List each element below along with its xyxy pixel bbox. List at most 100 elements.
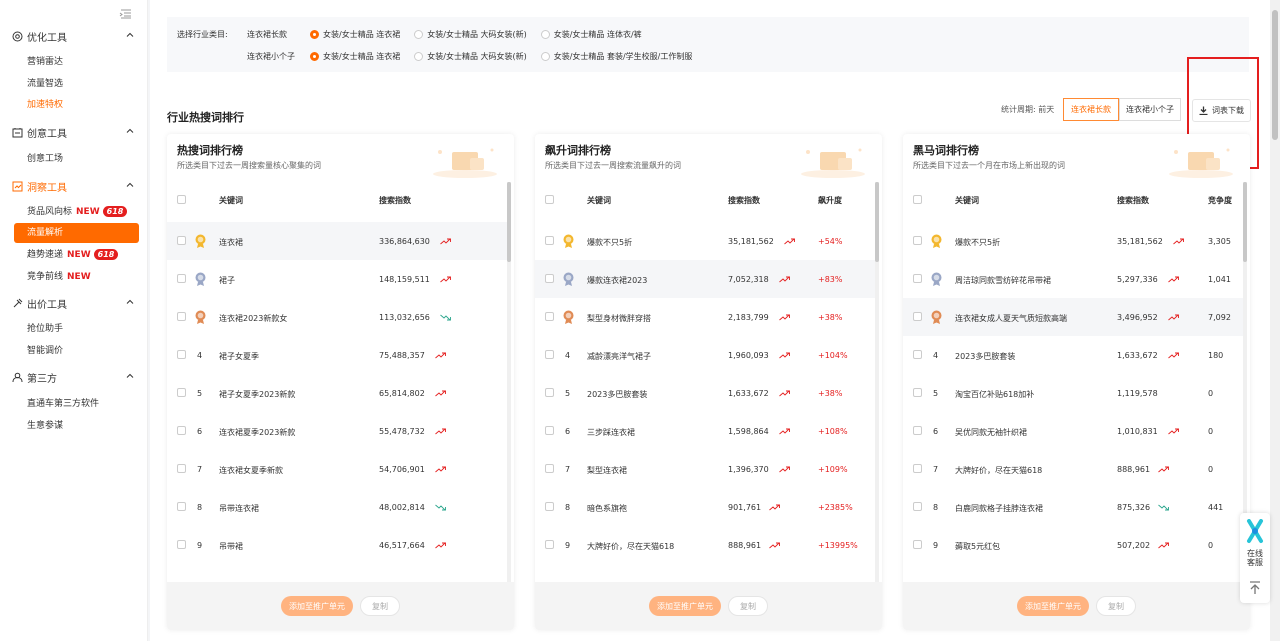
copy-button[interactable]: 复制	[360, 596, 400, 616]
radio-option[interactable]: 女装/女士精品 套装/学生校服/工作制服	[540, 51, 692, 62]
table-row[interactable]: 4 裙子女夏季 75,488,357	[167, 336, 507, 374]
table-row[interactable]: 8 白鹿同款格子挂脖连衣裙 875,326 441	[903, 488, 1243, 526]
row-checkbox[interactable]	[913, 350, 922, 359]
table-row[interactable]: 8 暗色系旗袍 901,761 +2385%	[535, 488, 875, 526]
row-checkbox[interactable]	[913, 312, 922, 321]
table-row[interactable]: 裙子 148,159,511	[167, 260, 507, 298]
nav-group-insight[interactable]: 洞察工具	[12, 178, 136, 194]
row-checkbox[interactable]	[177, 426, 186, 435]
radio-option[interactable]: 女装/女士精品 连体衣/裤	[540, 29, 642, 40]
row-checkbox[interactable]	[913, 236, 922, 245]
row-checkbox[interactable]	[545, 464, 554, 473]
row-checkbox[interactable]	[545, 426, 554, 435]
nav-item-product-trend[interactable]: 货品风向标 NEW 618	[27, 205, 128, 219]
row-checkbox[interactable]	[177, 464, 186, 473]
nav-group-bidding[interactable]: 出价工具	[12, 295, 136, 311]
back-to-top-icon[interactable]	[1247, 580, 1263, 596]
row-checkbox[interactable]	[913, 502, 922, 511]
nav-item-position-helper[interactable]: 抢位助手	[27, 322, 63, 336]
collapse-menu-icon[interactable]	[119, 9, 131, 19]
copy-button[interactable]: 复制	[1096, 596, 1136, 616]
nav-item-marketing-radar[interactable]: 营销雷达	[27, 55, 63, 69]
row-checkbox[interactable]	[545, 502, 554, 511]
select-all-checkbox[interactable]	[913, 195, 922, 204]
table-row[interactable]: 连衣裙女成人夏天气质短款高端 3,496,952 7,092	[903, 298, 1243, 336]
table-row[interactable]: 9 吊带裙 46,517,664	[167, 526, 507, 564]
nav-item-third-party-software[interactable]: 直通车第三方软件	[27, 397, 99, 411]
panel-scrollbar[interactable]	[507, 182, 511, 582]
row-checkbox[interactable]	[177, 274, 186, 283]
table-row[interactable]: 6 吴优同款无袖针织裙 1,010,831 0	[903, 412, 1243, 450]
table-row[interactable]: 爆款不只5折 35,181,562 3,305	[903, 222, 1243, 260]
add-to-unit-button[interactable]: 添加至推广单元	[1017, 596, 1089, 616]
table-row[interactable]: 9 大牌好价，尽在天猫618 888,961 +13995%	[535, 526, 875, 564]
table-row[interactable]: 4 减龄漂亮洋气裙子 1,960,093 +104%	[535, 336, 875, 374]
radio-option[interactable]: 女装/女士精品 大码女装(新)	[414, 51, 527, 62]
row-checkbox[interactable]	[545, 388, 554, 397]
nav-item-traffic-analysis[interactable]: 流量解析	[14, 223, 139, 243]
row-checkbox[interactable]	[545, 350, 554, 359]
add-to-unit-button[interactable]: 添加至推广单元	[649, 596, 721, 616]
online-service-widget[interactable]: 在线 客服	[1240, 513, 1270, 603]
select-all-checkbox[interactable]	[177, 195, 186, 204]
table-row[interactable]: 5 裙子女夏季2023新款 65,814,802	[167, 374, 507, 412]
add-to-unit-button[interactable]: 添加至推广单元	[281, 596, 353, 616]
table-row[interactable]: 5 2023多巴胺套装 1,633,672 +38%	[535, 374, 875, 412]
table-row[interactable]: 7 连衣裙女夏季新款 54,706,901	[167, 450, 507, 488]
table-row[interactable]: 7 大牌好价，尽在天猫618 888,961 0	[903, 450, 1243, 488]
row-checkbox[interactable]	[913, 388, 922, 397]
column-header: 飙升度	[818, 196, 842, 205]
row-checkbox[interactable]	[545, 540, 554, 549]
panel-decoration-icon	[801, 148, 865, 178]
nav-group-creative[interactable]: 创意工具	[12, 124, 136, 140]
row-checkbox[interactable]	[177, 388, 186, 397]
nav-item-trend-express[interactable]: 趋势速递 NEW 618	[27, 248, 119, 262]
competition-cell: 180	[1208, 351, 1224, 360]
table-row[interactable]: 9 薅取5元红包 507,202 0	[903, 526, 1243, 564]
segment-long-dress[interactable]: 连衣裙长款	[1063, 98, 1119, 121]
row-checkbox[interactable]	[913, 274, 922, 283]
copy-button[interactable]: 复制	[728, 596, 768, 616]
radio-option[interactable]: 女装/女士精品 大码女装(新)	[414, 29, 527, 40]
table-row[interactable]: 6 连衣裙夏季2023新款 55,478,732	[167, 412, 507, 450]
nav-item-creative-factory[interactable]: 创意工场	[27, 152, 63, 166]
row-checkbox[interactable]	[913, 426, 922, 435]
table-row[interactable]: 周洁琼同款雪纺碎花吊带裙 5,297,336 1,041	[903, 260, 1243, 298]
page-scrollbar[interactable]	[1270, 0, 1280, 641]
row-checkbox[interactable]	[545, 236, 554, 245]
table-row[interactable]: 爆款不只5折 35,181,562 +54%	[535, 222, 875, 260]
row-checkbox[interactable]	[545, 312, 554, 321]
nav-item-smart-bid[interactable]: 智能调价	[27, 344, 63, 358]
row-checkbox[interactable]	[545, 274, 554, 283]
nav-item-competition-front[interactable]: 竞争前线 NEW	[27, 270, 91, 284]
row-checkbox[interactable]	[177, 350, 186, 359]
nav-item-traffic-select[interactable]: 流量智选	[27, 77, 63, 91]
table-row[interactable]: 连衣裙 336,864,630	[167, 222, 507, 260]
panel-scrollbar[interactable]	[875, 182, 879, 582]
nav-item-acceleration[interactable]: 加速特权	[27, 98, 63, 112]
row-checkbox[interactable]	[913, 464, 922, 473]
table-row[interactable]: 连衣裙2023新款女 113,032,656	[167, 298, 507, 336]
table-row[interactable]: 8 吊带连衣裙 48,002,814	[167, 488, 507, 526]
row-checkbox[interactable]	[913, 540, 922, 549]
search-index-cell: 46,517,664	[379, 541, 425, 550]
table-row[interactable]: 5 淘宝百亿补贴618加补 1,119,578 0	[903, 374, 1243, 412]
table-row[interactable]: 6 三步踩连衣裙 1,598,864 +108%	[535, 412, 875, 450]
nav-item-business-advisor[interactable]: 生意参谋	[27, 419, 63, 433]
table-row[interactable]: 梨型身材微胖穿搭 2,183,799 +38%	[535, 298, 875, 336]
segment-petite-dress[interactable]: 连衣裙小个子	[1119, 98, 1181, 121]
row-checkbox[interactable]	[177, 502, 186, 511]
column-header: 关键词	[219, 196, 243, 205]
nav-group-optimize[interactable]: 优化工具	[12, 28, 136, 44]
radio-option[interactable]: 女装/女士精品 连衣裙	[310, 29, 400, 40]
main-content: 选择行业类目: 连衣裙长款 女装/女士精品 连衣裙 女装/女士精品 大码女装(新…	[150, 0, 1280, 641]
select-all-checkbox[interactable]	[545, 195, 554, 204]
row-checkbox[interactable]	[177, 540, 186, 549]
row-checkbox[interactable]	[177, 312, 186, 321]
nav-group-third-party[interactable]: 第三方	[12, 369, 136, 385]
table-row[interactable]: 4 2023多巴胺套装 1,633,672 180	[903, 336, 1243, 374]
table-row[interactable]: 7 梨型连衣裙 1,396,370 +109%	[535, 450, 875, 488]
radio-option[interactable]: 女装/女士精品 连衣裙	[310, 51, 400, 62]
table-row[interactable]: 爆款连衣裙2023 7,052,318 +83%	[535, 260, 875, 298]
row-checkbox[interactable]	[177, 236, 186, 245]
